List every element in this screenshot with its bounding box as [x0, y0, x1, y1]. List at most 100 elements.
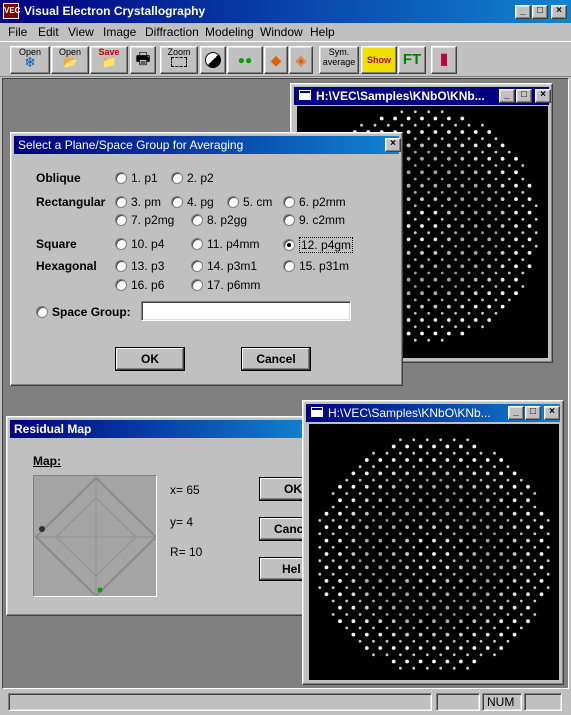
diffraction-spot: [351, 498, 356, 503]
diffraction-spot: [373, 123, 377, 127]
diffraction-spot: [440, 204, 444, 208]
close-button[interactable]: ×: [544, 406, 560, 420]
diffraction-spot: [512, 538, 517, 543]
status-pane-scroll: [524, 693, 562, 711]
diffraction-spot: [385, 613, 389, 616]
ft-button[interactable]: FT: [398, 46, 426, 74]
diffraction-spot: [405, 471, 409, 476]
rotate-button[interactable]: ◈: [289, 46, 313, 74]
diffraction-window-front[interactable]: H:\VEC\Samples\KNbO\KNb... _ □ ×: [302, 400, 564, 685]
print-button[interactable]: 🖶: [130, 46, 156, 74]
diffraction-window-back-titlebar[interactable]: H:\VEC\Samples\KNbO\KNb... _ □ ×: [294, 87, 551, 105]
app-icon[interactable]: VEC: [3, 3, 20, 19]
radio-c2mm[interactable]: 9. c2mm: [283, 213, 345, 227]
maximize-button[interactable]: □: [532, 5, 548, 19]
menu-file[interactable]: File: [8, 25, 27, 39]
ok-button[interactable]: OK: [115, 347, 185, 371]
diffraction-spot: [406, 264, 411, 269]
diffraction-spot: [364, 646, 369, 650]
cancel-button[interactable]: Cancel: [241, 347, 311, 371]
contrast-button[interactable]: [200, 46, 226, 74]
diffraction-spot: [406, 197, 411, 201]
save-button[interactable]: Save 📁: [90, 46, 128, 74]
radio-p2mg[interactable]: 7. p2mg: [115, 213, 174, 227]
radio-p4[interactable]: 10. p4: [115, 237, 164, 251]
radio-p31m[interactable]: 15. p31m: [283, 259, 349, 273]
diffraction-spot: [493, 451, 496, 455]
diffraction-spot: [385, 653, 389, 657]
menu-diffraction[interactable]: Diffraction: [145, 25, 199, 39]
close-button[interactable]: ×: [551, 5, 567, 19]
menu-edit[interactable]: Edit: [38, 25, 59, 39]
diffraction-spot: [445, 525, 450, 529]
diffraction-spot: [472, 659, 477, 664]
radio-pg[interactable]: 4. pg: [171, 195, 214, 209]
sym-show-button[interactable]: Show: [361, 46, 397, 74]
close-button[interactable]: ×: [385, 138, 401, 152]
residual-map-titlebar[interactable]: Residual Map: [10, 420, 312, 438]
diffraction-spot: [452, 653, 456, 657]
help-book-button[interactable]: ▮: [431, 46, 457, 74]
color-balance-button[interactable]: ●●: [227, 46, 263, 74]
menu-window[interactable]: Window: [260, 25, 303, 39]
radio-p2[interactable]: 2. p2: [171, 171, 214, 185]
open-diffraction-button[interactable]: Open ❄: [10, 46, 50, 74]
residual-map-image[interactable]: [33, 475, 157, 597]
app-title-bar[interactable]: VEC Visual Electron Crystallography _ □ …: [0, 0, 571, 23]
radio-p1[interactable]: 1. p1: [115, 171, 158, 185]
diffraction-spot: [467, 217, 471, 221]
maximize-button[interactable]: □: [516, 89, 532, 103]
maximize-button[interactable]: □: [525, 406, 541, 420]
diffraction-spot: [351, 632, 356, 637]
minimize-button[interactable]: _: [515, 5, 531, 19]
diffraction-spot: [472, 444, 477, 449]
minimize-button[interactable]: _: [499, 89, 515, 103]
diffraction-window-front-titlebar[interactable]: H:\VEC\Samples\KNbO\KNb... _ □ ×: [306, 404, 560, 422]
radio-p4gm[interactable]: 12. p4gm: [283, 237, 354, 253]
diffraction-spot: [405, 632, 409, 637]
radio-p4mm[interactable]: 11. p4mm: [191, 237, 259, 251]
diffraction-spot: [391, 659, 396, 664]
sym-average-button[interactable]: Sym. average: [319, 46, 359, 74]
plane-group-dialog-titlebar[interactable]: Select a Plane/Space Group for Averaging…: [14, 136, 401, 154]
minimize-button[interactable]: _: [508, 406, 524, 420]
radio-cm[interactable]: 5. cm: [227, 195, 272, 209]
radio-p2mm[interactable]: 6. p2mm: [283, 195, 346, 209]
diffraction-spot: [412, 626, 416, 630]
diffraction-spot: [391, 605, 396, 610]
diffraction-spot: [454, 325, 457, 329]
diffraction-spot: [546, 519, 550, 522]
diffraction-spot: [481, 177, 484, 181]
menu-image[interactable]: Image: [103, 25, 136, 39]
open-image-button[interactable]: Open 📂: [51, 46, 89, 74]
diffraction-spot: [539, 552, 544, 556]
diffraction-spot: [418, 632, 423, 637]
radio-p6mm[interactable]: 17. p6mm: [191, 278, 260, 292]
zoom-button[interactable]: Zoom: [160, 46, 198, 74]
radio-p2gg[interactable]: 8. p2gg: [191, 213, 247, 227]
diffraction-spot: [460, 291, 465, 296]
diffraction-spot: [459, 552, 463, 556]
shift-button[interactable]: ◆: [264, 46, 288, 74]
radio-pm[interactable]: 3. pm: [115, 195, 161, 209]
space-group-input[interactable]: [141, 301, 351, 321]
radio-space-group[interactable]: Space Group:: [36, 305, 131, 319]
radio-p3m1[interactable]: 14. p3m1: [191, 259, 257, 273]
diffraction-spot: [425, 599, 429, 603]
radio-label: 14. p3m1: [207, 259, 258, 273]
diffraction-spot: [433, 116, 438, 121]
diffraction-spot: [338, 538, 342, 543]
diffraction-spot: [452, 599, 456, 603]
diffraction-spot: [418, 525, 423, 529]
diffraction-pattern-front[interactable]: [309, 424, 559, 680]
diffraction-spot: [445, 565, 450, 570]
menu-help[interactable]: Help: [310, 25, 335, 39]
radio-p6[interactable]: 16. p6: [115, 278, 164, 292]
close-button[interactable]: ×: [535, 89, 551, 103]
diffraction-spot: [481, 204, 484, 208]
menu-view[interactable]: View: [68, 25, 94, 39]
diffraction-spot: [378, 484, 383, 489]
radio-p3[interactable]: 13. p3: [115, 259, 164, 273]
menu-modeling[interactable]: Modeling: [205, 25, 254, 39]
diffraction-spot: [433, 277, 438, 282]
